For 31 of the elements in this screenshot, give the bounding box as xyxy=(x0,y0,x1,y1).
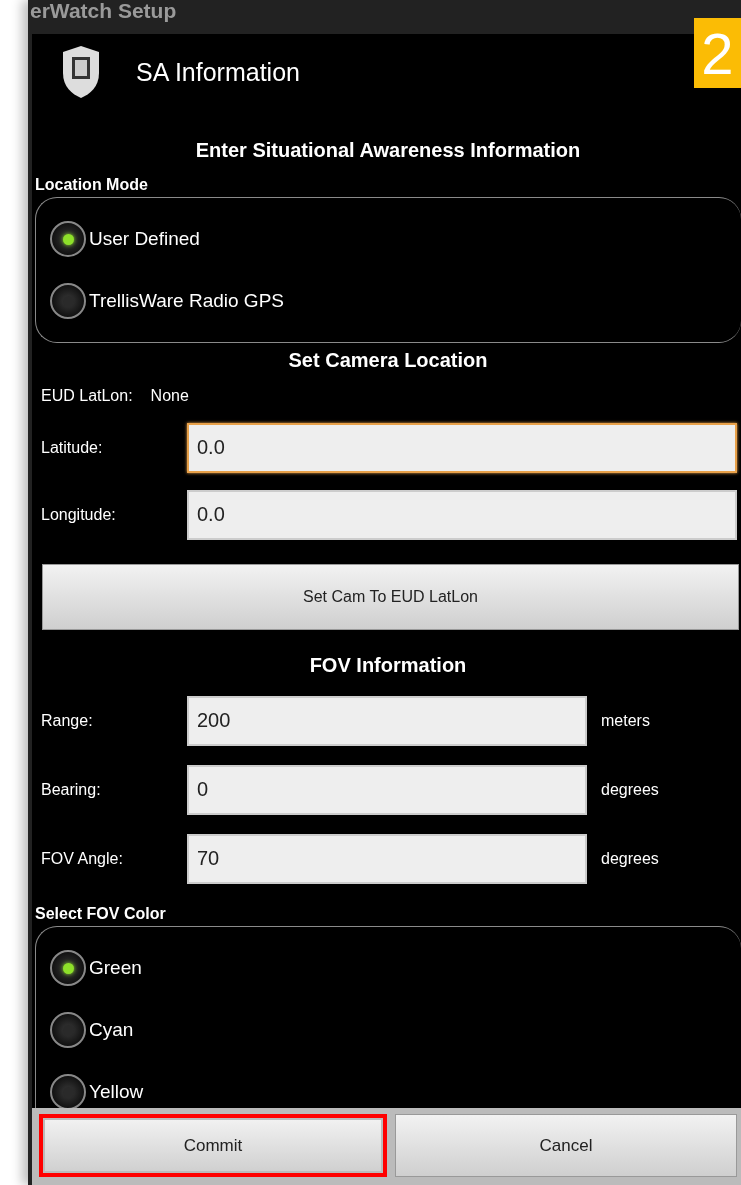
input-field[interactable]: 0.0 xyxy=(187,489,737,540)
group-label: Location Mode xyxy=(35,176,149,194)
dialog-button[interactable]: Cancel xyxy=(395,1114,737,1177)
field-label: Longitude: xyxy=(40,505,117,524)
dialog-title: SA Information xyxy=(136,57,300,87)
field-label: EUD LatLon: xyxy=(40,387,133,405)
set-cam-button[interactable]: Set Cam To EUD LatLon xyxy=(42,564,739,630)
unit-label: degrees xyxy=(600,780,660,799)
unit-label: degrees xyxy=(600,849,660,868)
step-badge: 2 xyxy=(694,18,741,88)
section-heading: Set Camera Location xyxy=(287,349,489,372)
field-label: Range: xyxy=(40,711,94,730)
dialog-button[interactable]: Commit xyxy=(39,1114,387,1177)
field-label: Bearing: xyxy=(40,780,102,799)
radio-option[interactable]: Green xyxy=(50,944,741,992)
unit-label: meters xyxy=(600,711,651,730)
input-field[interactable]: 0 xyxy=(187,764,587,815)
field-label: Latitude: xyxy=(40,438,104,457)
radio-option[interactable]: Cyan xyxy=(50,1006,741,1054)
field-value: None xyxy=(149,387,189,405)
radio-option[interactable]: TrellisWare Radio GPS xyxy=(50,277,741,325)
background-title: erWatch Setup xyxy=(29,0,178,24)
field-label: FOV Angle: xyxy=(40,849,124,868)
input-field[interactable]: 200 xyxy=(187,695,587,746)
shield-icon xyxy=(62,45,100,99)
input-field[interactable]: 70 xyxy=(187,833,587,884)
section-heading: FOV Information xyxy=(308,654,468,677)
section-heading: Enter Situational Awareness Information xyxy=(194,139,582,162)
input-field[interactable]: 0.0 xyxy=(187,422,737,473)
group-label: Select FOV Color xyxy=(35,905,167,923)
radio-option[interactable]: User Defined xyxy=(50,215,741,263)
